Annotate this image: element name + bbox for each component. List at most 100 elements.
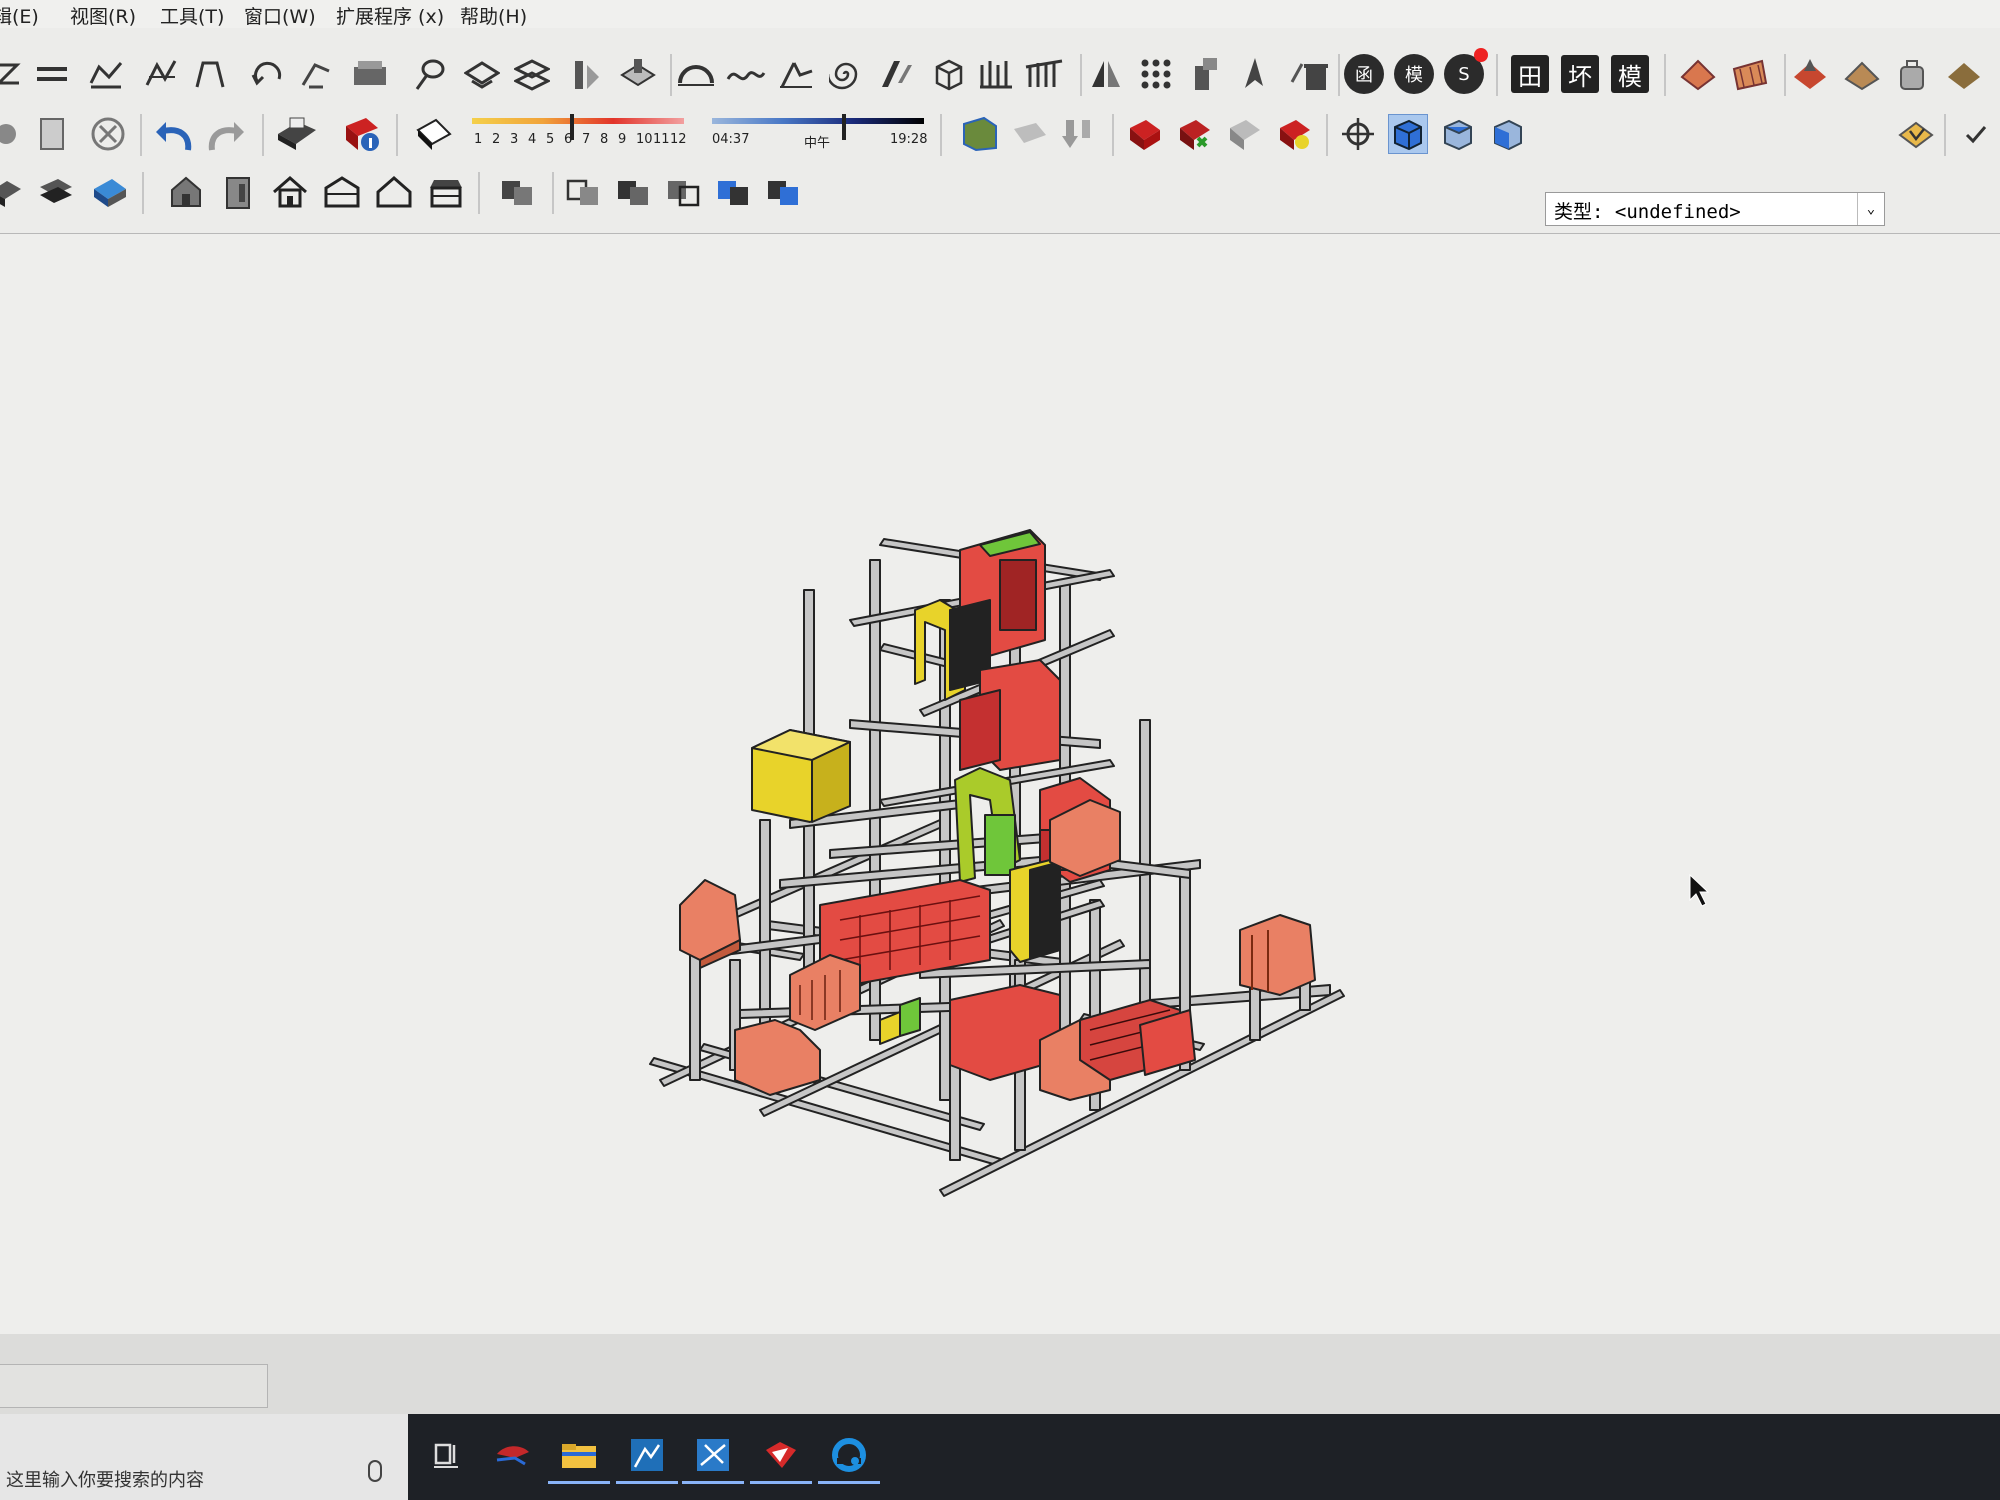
taskbar-search-box[interactable]: 这里输入你要搜索的内容 (0, 1414, 408, 1500)
pen-icon[interactable] (1236, 54, 1276, 94)
time-scale-gradient (712, 118, 924, 124)
shadow-icon[interactable] (414, 114, 454, 154)
layer-icon[interactable] (36, 172, 76, 212)
lines-icon[interactable] (32, 54, 72, 94)
app-icon[interactable] (490, 1432, 536, 1478)
menu-help[interactable]: 帮助(H) (460, 2, 527, 29)
pan-icon[interactable] (0, 54, 28, 94)
separator (1326, 114, 1328, 156)
sandbox-icon[interactable] (190, 54, 230, 94)
layer-icon[interactable] (0, 172, 26, 212)
back-icon[interactable] (0, 114, 26, 154)
file-explorer-icon[interactable] (548, 1432, 610, 1484)
print-icon[interactable] (276, 114, 316, 154)
bag-icon[interactable] (1892, 54, 1932, 94)
follow-me-icon[interactable] (726, 54, 766, 94)
model-round-button[interactable]: 模 (1394, 54, 1434, 94)
terrain-icon[interactable] (1944, 54, 1984, 94)
front-view-icon[interactable] (1488, 114, 1528, 154)
flip-edge-icon[interactable] (512, 54, 552, 94)
time-scale[interactable]: 04:37 中午 19:28 (708, 112, 928, 156)
menu-tools[interactable]: 工具(T) (160, 2, 224, 29)
orbit-icon[interactable] (1338, 114, 1378, 154)
photo-match-icon[interactable] (960, 114, 1000, 154)
cancel-icon[interactable] (88, 114, 128, 154)
task-view-icon[interactable] (424, 1432, 470, 1478)
sketchup-icon[interactable] (750, 1432, 812, 1484)
solid-icon[interactable] (928, 54, 968, 94)
trash-icon[interactable] (1290, 54, 1330, 94)
home-outline-icon[interactable] (374, 172, 414, 212)
menu-edit[interactable]: 编辑(E) (0, 2, 39, 29)
array-icon[interactable] (1136, 54, 1176, 94)
time-slider-thumb[interactable] (842, 114, 846, 140)
arc-icon[interactable] (676, 54, 716, 94)
menu-view[interactable]: 视图(R) (70, 2, 136, 29)
measurements-box[interactable] (0, 1364, 268, 1408)
door-icon[interactable] (218, 172, 258, 212)
intersect-icon[interactable] (776, 54, 816, 94)
month-11: 11 (653, 132, 670, 147)
redo-icon[interactable] (206, 114, 246, 154)
rotate-icon[interactable] (248, 54, 288, 94)
month-scale[interactable]: 1 2 3 4 5 6 7 8 9 10 11 12 (470, 112, 690, 156)
terrain-icon[interactable] (1842, 54, 1882, 94)
style-builder-icon[interactable] (682, 1432, 744, 1484)
share-model-icon[interactable] (1174, 114, 1214, 154)
modeling-viewport[interactable] (0, 234, 2000, 1334)
3d-model[interactable] (0, 234, 2000, 1334)
component-options-icon[interactable] (1896, 114, 1936, 154)
home-icon[interactable] (270, 172, 310, 212)
layer-icon[interactable] (90, 172, 130, 212)
smoove-icon[interactable] (296, 54, 336, 94)
roof-icon[interactable] (322, 172, 362, 212)
mirror-icon[interactable] (1086, 54, 1126, 94)
terrain-icon[interactable] (1790, 54, 1830, 94)
model-info-icon[interactable] (342, 114, 382, 154)
dynamic-component-icon[interactable] (566, 54, 606, 94)
solid-trim-icon[interactable] (664, 172, 704, 212)
cjk-button-model[interactable]: 模 (1610, 54, 1650, 94)
solid-subtract-icon[interactable] (614, 172, 654, 212)
solid-split-icon[interactable] (714, 172, 754, 212)
undo-icon[interactable] (154, 114, 194, 154)
cjk-button-bad[interactable]: 坏 (1560, 54, 1600, 94)
sandbox-icon[interactable] (86, 54, 126, 94)
s-round-button[interactable]: S (1444, 48, 1488, 94)
iso-view-icon[interactable] (1388, 114, 1428, 154)
import-icon[interactable] (1058, 114, 1098, 154)
group-icon[interactable] (498, 172, 538, 212)
column-icon[interactable] (1186, 54, 1226, 94)
check-icon[interactable] (1956, 114, 1996, 154)
model-label: 模 (1394, 54, 1434, 94)
garage-icon[interactable] (426, 172, 466, 212)
drape-icon[interactable] (410, 54, 450, 94)
material-icon[interactable] (1678, 54, 1718, 94)
camera-icon[interactable] (1010, 114, 1050, 154)
3d-warehouse-icon[interactable] (1124, 114, 1164, 154)
browser-icon[interactable] (818, 1432, 880, 1484)
cjk-button-field[interactable]: 田 (1510, 54, 1550, 94)
stamp-icon[interactable] (350, 54, 390, 94)
microphone-icon[interactable] (368, 1460, 382, 1482)
extension-icon[interactable] (1224, 114, 1264, 154)
add-detail-icon[interactable] (462, 54, 502, 94)
texture-icon[interactable] (1730, 54, 1770, 94)
page-icon[interactable] (32, 114, 72, 154)
top-view-icon[interactable] (1438, 114, 1478, 154)
house-icon[interactable] (166, 172, 206, 212)
section-icon[interactable] (876, 54, 916, 94)
menu-extensions[interactable]: 扩展程序 (x) (336, 2, 444, 29)
dynamic-component-icon[interactable] (618, 54, 658, 94)
spiral-icon[interactable] (826, 54, 866, 94)
solid-outer-icon[interactable] (764, 172, 804, 212)
sketchup-layout-icon[interactable] (616, 1432, 678, 1484)
sandbox-icon[interactable] (142, 54, 182, 94)
extension-warehouse-icon[interactable] (1274, 114, 1314, 154)
menu-window[interactable]: 窗口(W) (244, 2, 316, 29)
railing-icon[interactable] (1024, 54, 1064, 94)
function-round-button[interactable]: 函 (1344, 54, 1384, 94)
solid-union-icon[interactable] (564, 172, 604, 212)
pipe-icon[interactable] (976, 54, 1016, 94)
separator (1664, 54, 1666, 96)
